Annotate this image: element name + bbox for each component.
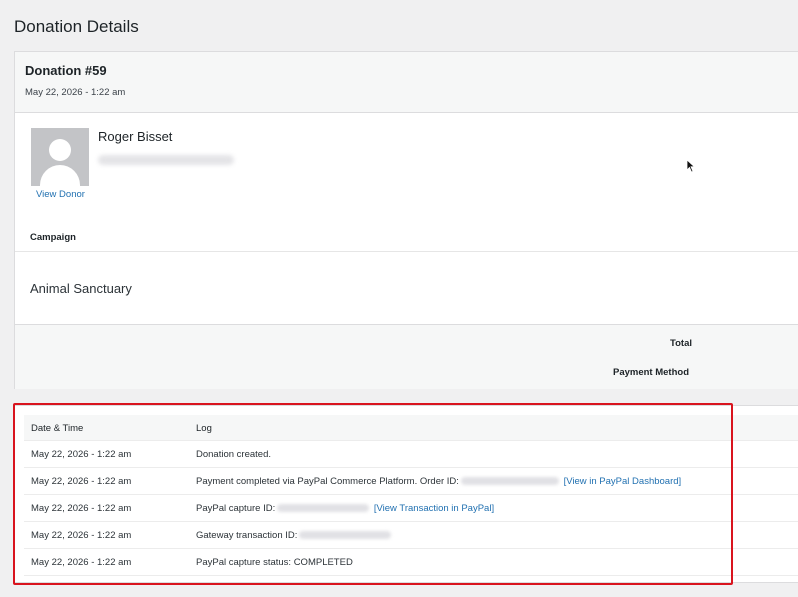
donation-card: Donation #59 May 22, 2026 - 1:22 am View…	[14, 51, 798, 389]
log-date: May 22, 2026 - 1:22 am	[31, 557, 132, 568]
donation-summary: Total Payment Method	[15, 324, 798, 389]
log-text: PayPal capture ID: [View Transaction in …	[196, 503, 494, 514]
view-donor-link[interactable]: View Donor	[36, 189, 85, 200]
column-header-date: Date & Time	[31, 423, 84, 434]
view-transaction-link[interactable]: [View Transaction in PayPal]	[374, 503, 494, 514]
log-row: May 22, 2026 - 1:22 am PayPal capture ID…	[24, 495, 798, 522]
avatar-body-shape	[40, 165, 80, 186]
donor-avatar	[31, 128, 89, 186]
mouse-cursor-icon	[686, 159, 696, 173]
divider	[15, 251, 798, 252]
log-row: May 22, 2026 - 1:22 am Gateway transacti…	[24, 522, 798, 549]
log-message: Gateway transaction ID:	[196, 530, 298, 541]
log-date: May 22, 2026 - 1:22 am	[31, 503, 132, 514]
log-text: Payment completed via PayPal Commerce Pl…	[196, 476, 681, 487]
avatar-head-shape	[49, 139, 71, 161]
log-message: Donation created.	[196, 449, 271, 460]
log-row: May 22, 2026 - 1:22 am PayPal capture st…	[24, 549, 798, 576]
campaign-label: Campaign	[30, 232, 76, 243]
donor-name: Roger Bisset	[98, 129, 173, 144]
log-date: May 22, 2026 - 1:22 am	[31, 530, 132, 541]
donation-number: Donation #59	[25, 63, 107, 78]
log-message: Payment completed via PayPal Commerce Pl…	[196, 476, 459, 487]
page-title: Donation Details	[14, 17, 139, 36]
log-date: May 22, 2026 - 1:22 am	[31, 449, 132, 460]
redacted-transaction-id	[299, 531, 392, 540]
donation-header: Donation #59 May 22, 2026 - 1:22 am	[15, 52, 798, 113]
log-text: Gateway transaction ID:	[196, 530, 393, 541]
log-table: Date & Time Log May 22, 2026 - 1:22 am D…	[24, 415, 798, 576]
column-header-log: Log	[196, 423, 212, 434]
payment-method-label: Payment Method	[613, 367, 690, 378]
log-row: May 22, 2026 - 1:22 am Payment completed…	[24, 468, 798, 495]
view-paypal-dashboard-link[interactable]: [View in PayPal Dashboard]	[564, 476, 682, 487]
log-date: May 22, 2026 - 1:22 am	[31, 476, 132, 487]
log-message: PayPal capture ID:	[196, 503, 276, 514]
donation-log-card: Date & Time Log May 22, 2026 - 1:22 am D…	[14, 405, 798, 583]
redacted-order-id	[460, 477, 559, 486]
log-text: PayPal capture status: COMPLETED	[196, 557, 353, 568]
log-message: PayPal capture status: COMPLETED	[196, 557, 353, 568]
donor-email-redacted	[98, 155, 234, 165]
log-table-header: Date & Time Log	[24, 415, 798, 441]
donation-date: May 22, 2026 - 1:22 am	[25, 87, 126, 98]
campaign-name: Animal Sanctuary	[30, 281, 132, 296]
total-label: Total	[670, 338, 692, 349]
redacted-capture-id	[277, 504, 370, 513]
log-text: Donation created.	[196, 449, 271, 460]
log-row: May 22, 2026 - 1:22 am Donation created.	[24, 441, 798, 468]
